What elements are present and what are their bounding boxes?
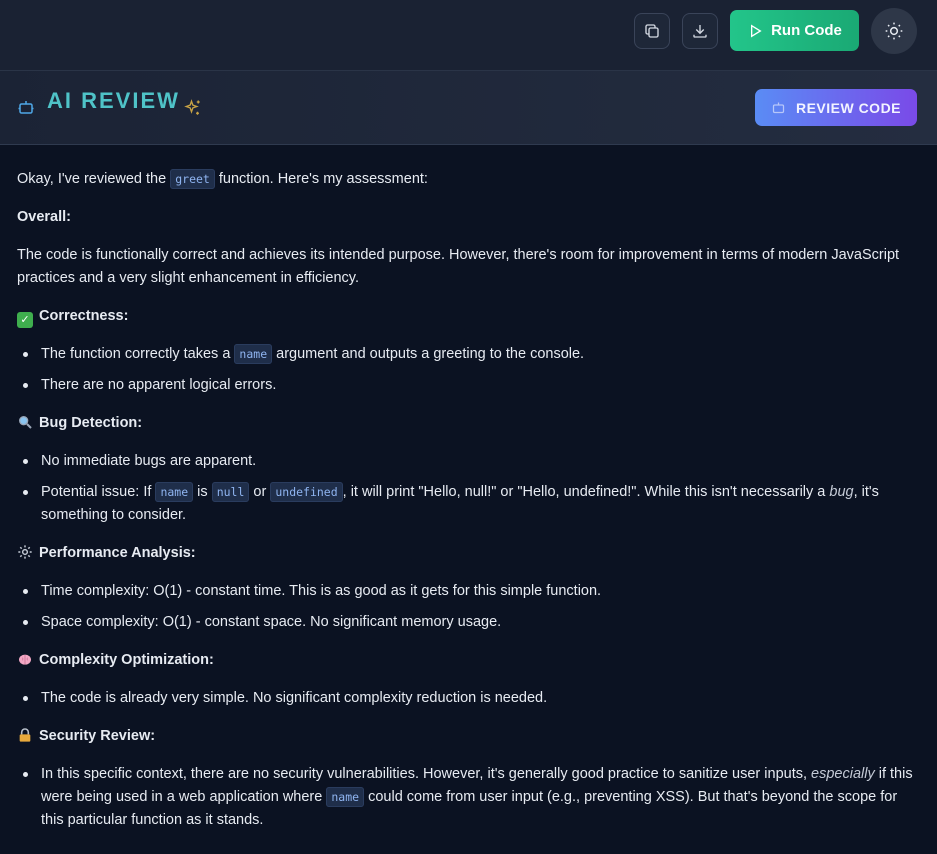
overall-heading: Overall:: [17, 209, 71, 225]
correctness-heading-label: Correctness:: [39, 308, 129, 324]
list-item: Space complexity: O(1) - constant space.…: [17, 611, 917, 634]
security-list: In this specific context, there are no s…: [17, 763, 917, 832]
list-item-text: The function correctly takes a: [41, 346, 235, 362]
theme-toggle-button[interactable]: [871, 8, 917, 54]
emphasis-text: especially: [811, 766, 875, 782]
list-item-text: In this specific context, there are no s…: [41, 766, 812, 782]
overall-paragraph: The code is functionally correct and ach…: [17, 247, 900, 286]
brain-icon: [19, 654, 31, 665]
sun-icon: [885, 22, 903, 40]
bug-list: No immediate bugs are apparent. Potentia…: [17, 450, 917, 527]
bug-heading-label: Bug Detection:: [39, 415, 143, 431]
list-item-text: , it will print "Hello, null!" or "Hello…: [342, 484, 830, 500]
inline-code: null: [211, 482, 250, 502]
list-item: The function correctly takes a name argu…: [17, 343, 917, 366]
list-item-text: argument and outputs a greeting to the c…: [272, 346, 585, 362]
complexity-heading: Complexity Optimization:: [17, 649, 917, 672]
complexity-heading-label: Complexity Optimization:: [39, 652, 214, 668]
top-toolbar: Run Code: [0, 0, 937, 71]
intro-text: Okay, I've reviewed the: [17, 171, 171, 187]
check-mark-icon: ✓: [17, 312, 33, 328]
list-item-text: is: [193, 484, 212, 500]
review-content: Okay, I've reviewed the greet function. …: [17, 168, 917, 847]
inline-code: name: [234, 344, 273, 364]
magnifier-icon: [18, 416, 32, 429]
list-item: The code is already very simple. No sign…: [17, 687, 917, 710]
review-code-label: REVIEW CODE: [795, 99, 902, 116]
run-code-button[interactable]: Run Code: [730, 10, 859, 51]
inline-code: undefined: [270, 482, 343, 502]
security-heading-label: Security Review:: [39, 728, 156, 744]
list-item-text: Potential issue: If: [41, 484, 156, 500]
bot-icon: [772, 102, 785, 114]
emphasis-text: bug: [829, 484, 854, 500]
sparkles-icon: [184, 99, 200, 115]
review-title: AI REVIEW: [47, 88, 180, 113]
play-icon: [751, 23, 762, 38]
list-item: Potential issue: If name is null or unde…: [17, 481, 917, 527]
correctness-list: The function correctly takes a name argu…: [17, 343, 917, 397]
list-item: In this specific context, there are no s…: [17, 763, 917, 832]
run-code-label: Run Code: [771, 22, 842, 39]
performance-heading-label: Performance Analysis:: [39, 545, 196, 561]
inline-code: greet: [170, 169, 215, 189]
intro-text: function. Here's my assessment:: [214, 171, 428, 187]
list-item: No immediate bugs are apparent.: [17, 450, 917, 473]
list-item-text: or: [249, 484, 271, 500]
performance-heading: Performance Analysis:: [17, 542, 917, 565]
download-icon: [693, 25, 707, 38]
intro-paragraph: Okay, I've reviewed the greet function. …: [17, 168, 917, 191]
correctness-heading: ✓ Correctness:: [17, 305, 917, 328]
security-heading: Security Review:: [17, 725, 917, 748]
list-item: There are no apparent logical errors.: [17, 374, 917, 397]
list-item: Time complexity: O(1) - constant time. T…: [17, 580, 917, 603]
download-button[interactable]: [682, 13, 718, 49]
gear-icon: [18, 545, 32, 559]
bug-detection-heading: Bug Detection:: [17, 412, 917, 435]
lock-icon: [19, 728, 31, 742]
inline-code: name: [326, 787, 365, 807]
copy-button[interactable]: [634, 13, 670, 49]
copy-icon: [645, 24, 659, 38]
complexity-list: The code is already very simple. No sign…: [17, 687, 917, 710]
review-code-button[interactable]: REVIEW CODE: [755, 89, 917, 126]
inline-code: name: [155, 482, 194, 502]
bot-icon: [18, 101, 34, 114]
performance-list: Time complexity: O(1) - constant time. T…: [17, 580, 917, 634]
